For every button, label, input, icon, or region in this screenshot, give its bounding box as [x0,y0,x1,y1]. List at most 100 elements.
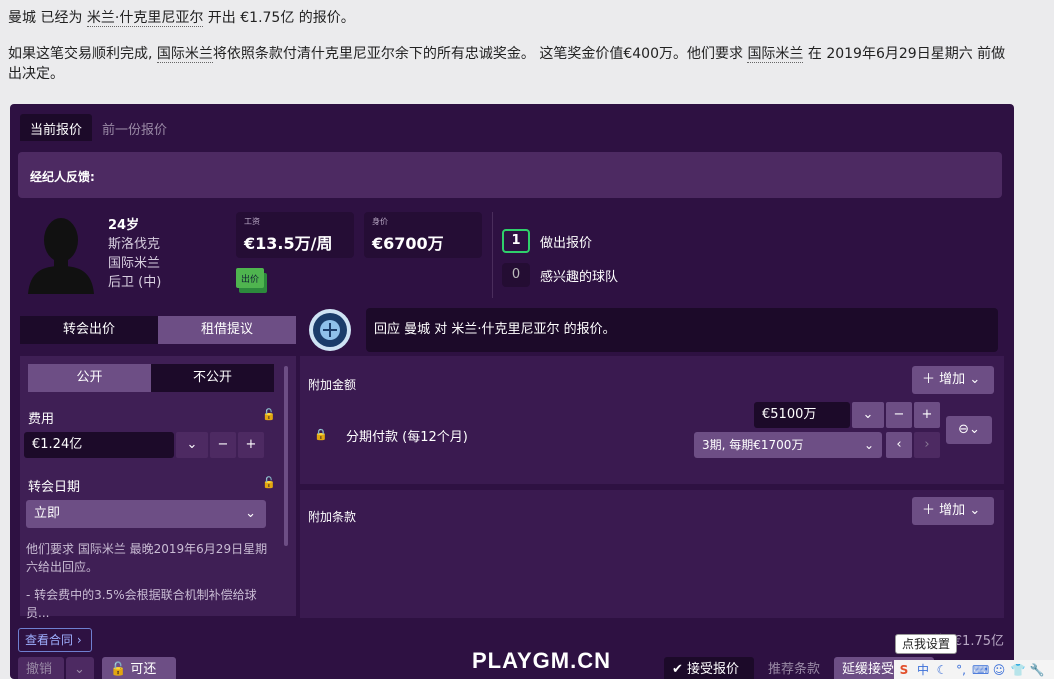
intro-text: 将依照条款付清什克里尼亚尔余下的所有忠诚奖金。 这笔奖金价值€400万。他们要求 [212,46,748,62]
tab-current-offer[interactable]: 当前报价 [20,114,93,141]
increase-button[interactable]: + [238,432,264,458]
wage-stat: 工资 €13.5万/周 [236,212,354,258]
plus-icon: ＋ [922,372,936,387]
intro-text: 如果这笔交易顺利完成, [8,46,157,62]
recommend-terms-button[interactable]: 推荐条款 [760,657,830,679]
player-avatar-icon [28,218,94,294]
view-contract-button[interactable]: 查看合同 › [18,628,92,652]
ime-toolbar: S 中 ☾ °, ⌨ ☺ 👕 🔧 [894,660,1054,679]
transfer-terms-panel: 公开 不公开 费用 🔓 €1.24亿 ⌄ − + 转会日期 🔓 立即 ⌄ 他们要… [20,356,296,620]
remove-options-button[interactable]: ⊖⌄ [946,416,992,444]
tab-previous-offer[interactable]: 前一份报价 [92,114,177,141]
player-club: 国际米兰 [108,256,161,271]
offers-made-label: 做出报价 [540,235,593,251]
deadline-note: 他们要求 国际米兰 最晚2019年6月29日星期六给出回应。 [26,542,268,574]
offer-panel: 当前报价 前一份报价 经纪人反馈: 24岁 斯洛伐克 国际米兰 后卫 (中) 工… [10,104,1014,679]
club-link[interactable]: 国际米兰 [747,46,804,63]
extra-amount-panel: 附加金额 ＋ 增加 ⌄ 🔒 分期付款 (每12个月) €5100万 ⌄ − + … [300,356,1004,484]
player-link[interactable]: 米兰·什克里尼亚尔 [86,10,204,27]
plus-icon: ＋ [922,503,936,518]
value-stat: 身价 €6700万 [364,212,482,258]
intro-text: 曼城 已经为 [8,10,87,26]
agent-feedback: 经纪人反馈: [18,152,1002,198]
fee-input[interactable]: €1.24亿 [24,432,174,458]
offer-description: 曼城 已经为 米兰·什克里尼亚尔 开出 €1.75亿 的报价。 如果这笔交易顺利… [8,8,1008,84]
sogou-icon[interactable]: S [896,663,912,677]
transfer-date-value: 立即 [34,506,61,521]
installment-amount-input[interactable]: €5100万 [754,402,850,428]
bid-badge-text: 出价 [241,273,259,285]
wrench-icon[interactable]: 🔧 [1029,663,1045,677]
chevron-right-icon: › [76,633,82,647]
installment-label: 分期付款 (每12个月) [346,430,468,445]
loan-offer-tab[interactable]: 租借提议 [158,316,296,344]
club-link[interactable]: 国际米兰 [156,46,213,63]
chevron-down-icon: ⌄ [863,438,874,452]
value-label: 身价 [372,217,388,226]
add-label: 增加 [939,372,966,387]
offer-type-toggle: 转会出价 租借提议 [20,316,296,344]
lock-icon: 🔓 [110,662,127,677]
installment-plan-select[interactable]: 3期, 每期€1700万 ⌄ [694,432,882,458]
accept-offer-button[interactable]: ✔ 接受报价 [664,657,754,679]
intro-text: 开出 €1.75亿 的报价。 [203,10,355,26]
add-label: 增加 [939,503,966,518]
public-option[interactable]: 公开 [28,364,151,392]
extra-clauses-panel: 附加条款 ＋ 增加 ⌄ [300,490,1004,618]
watermark-logo: PLAYGM.CN [472,648,611,673]
player-nation: 斯洛伐克 [108,237,161,252]
transfer-offer-tab[interactable]: 转会出价 [20,316,158,344]
lock-icon[interactable]: 🔓 [262,408,276,421]
chevron-down-icon[interactable]: ⌄ [852,402,884,428]
value-value: €6700万 [372,234,444,253]
extra-clauses-label: 附加条款 [308,510,357,524]
moon-icon[interactable]: ☾ [934,663,950,677]
negotiable-toggle[interactable]: 🔓 可还价 [102,657,176,679]
interested-label: 感兴趣的球队 [540,269,619,285]
increase-button[interactable]: + [914,402,940,428]
chevron-down-icon: ⌄ [245,506,256,521]
chevron-down-icon: ⌄ [969,503,981,518]
cancel-button[interactable]: 撤销 [18,657,64,679]
player-info: 24岁 斯洛伐克 国际米兰 后卫 (中) [108,216,161,292]
transfer-date-select[interactable]: 立即 ⌄ [26,500,266,528]
date-label: 转会日期 [28,480,81,495]
player-age: 24岁 [108,218,140,233]
punctuation-icon[interactable]: °, [953,663,969,677]
accept-label: 接受报价 [687,662,740,677]
chevron-right-icon[interactable]: › [914,432,940,458]
keyboard-icon[interactable]: ⌨ [972,663,989,677]
offers-made-count: 1 [502,229,530,253]
decrease-button[interactable]: − [210,432,236,458]
chevron-down-icon[interactable]: ⌄ [176,432,208,458]
offer-tabs: 当前报价 前一份报价 [20,114,177,141]
bid-money-icon: 出价 [236,268,267,293]
person-icon[interactable]: ☺ [991,663,1007,677]
lock-icon[interactable]: 🔒 [314,428,328,441]
decrease-button[interactable]: − [886,402,912,428]
wage-label: 工资 [244,217,260,226]
club-crest-icon [309,309,351,351]
chevron-down-icon[interactable]: ⌄ [66,657,94,679]
visibility-toggle: 公开 不公开 [28,364,274,392]
private-option[interactable]: 不公开 [151,364,274,392]
chevron-down-icon: ⌄ [969,372,981,387]
settings-tooltip: 点我设置 [895,634,957,654]
scrollbar[interactable] [284,366,288,546]
chevron-left-icon[interactable]: ‹ [886,432,912,458]
shirt-icon[interactable]: 👕 [1010,663,1026,677]
interested-count: 0 [502,263,530,287]
solidarity-note: - 转会费中的3.5%会根据联合机制补偿给球员... [26,588,257,620]
add-extra-amount-button[interactable]: ＋ 增加 ⌄ [912,366,994,394]
lock-icon[interactable]: 🔓 [262,476,276,489]
add-clause-button[interactable]: ＋ 增加 ⌄ [912,497,994,525]
reply-message: 回应 曼城 对 米兰·什克里尼亚尔 的报价。 [366,308,998,352]
ime-language[interactable]: 中 [915,661,931,678]
check-icon: ✔ [672,662,683,677]
wage-value: €13.5万/周 [244,234,333,253]
offer-counts: 1 做出报价 0 感兴趣的球队 [502,224,618,292]
installment-plan-value: 3期, 每期€1700万 [702,438,804,452]
view-contract-label: 查看合同 [25,633,74,647]
player-position: 后卫 (中) [108,275,162,290]
fee-label: 费用 [28,412,55,427]
